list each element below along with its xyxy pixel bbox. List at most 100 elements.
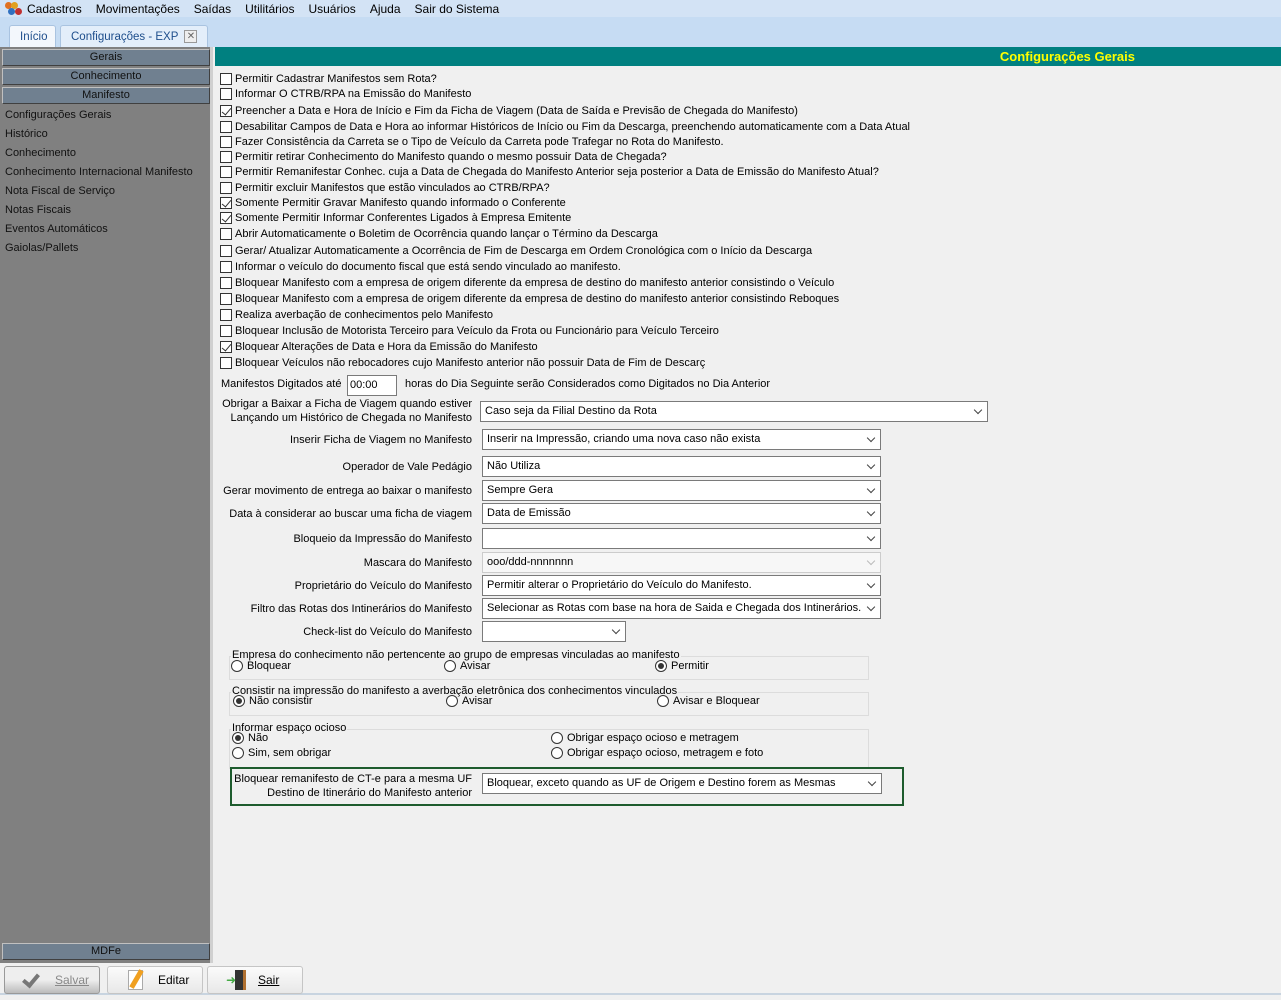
checkbox[interactable] bbox=[220, 121, 232, 133]
checkbox[interactable] bbox=[220, 182, 232, 194]
sidebar-header-manifesto[interactable]: Manifesto bbox=[2, 87, 210, 104]
checkbox-row[interactable]: Informar O CTRB/RPA na Emissão do Manife… bbox=[220, 87, 471, 101]
menu-saidas[interactable]: Saídas bbox=[194, 2, 231, 16]
digitados-time-input[interactable]: 00:00 bbox=[347, 375, 397, 396]
radio-option[interactable]: Não consistir bbox=[233, 695, 313, 707]
sidebar-item[interactable]: Notas Fiscais bbox=[5, 204, 71, 217]
checkbox[interactable] bbox=[220, 166, 232, 178]
dropdown-select[interactable]: Não Utiliza bbox=[482, 456, 881, 477]
checkbox-row[interactable]: Somente Permitir Gravar Manifesto quando… bbox=[220, 196, 566, 210]
sidebar-item[interactable]: Gaiolas/Pallets bbox=[5, 242, 78, 255]
select-label: Bloqueio da Impressão do Manifesto bbox=[293, 533, 472, 545]
radio-button[interactable] bbox=[232, 732, 244, 744]
checkbox-row[interactable]: Realiza averbação de conhecimentos pelo … bbox=[220, 308, 493, 322]
checkbox-row[interactable]: Bloquear Veículos não rebocadores cujo M… bbox=[220, 356, 705, 370]
radio-option[interactable]: Sim, sem obrigar bbox=[232, 747, 331, 759]
radio-button[interactable] bbox=[232, 747, 244, 759]
checkbox-label: Bloquear Manifesto com a empresa de orig… bbox=[235, 293, 840, 305]
radio-button[interactable] bbox=[551, 747, 563, 759]
checkbox-row[interactable]: Bloquear Inclusão de Motorista Terceiro … bbox=[220, 324, 719, 338]
checkbox[interactable] bbox=[220, 341, 232, 353]
checkbox[interactable] bbox=[220, 245, 232, 257]
checkbox[interactable] bbox=[220, 228, 232, 240]
radio-option[interactable]: Obrigar espaço ocioso, metragem e foto bbox=[551, 747, 763, 759]
checkbox[interactable] bbox=[220, 197, 232, 209]
checkbox-row[interactable]: Bloquear Alterações de Data e Hora da Em… bbox=[220, 340, 538, 354]
checkbox[interactable] bbox=[220, 105, 232, 117]
radio-option[interactable]: Obrigar espaço ocioso e metragem bbox=[551, 732, 739, 744]
checkbox[interactable] bbox=[220, 277, 232, 289]
dropdown-select[interactable]: Permitir alterar o Proprietário do Veícu… bbox=[482, 575, 881, 596]
checkbox[interactable] bbox=[220, 309, 232, 321]
sidebar-item[interactable]: Conhecimento bbox=[5, 147, 76, 160]
checkbox-row[interactable]: Informar o veículo do documento fiscal q… bbox=[220, 260, 621, 274]
radio-button[interactable] bbox=[231, 660, 243, 672]
dropdown-select[interactable] bbox=[482, 528, 881, 549]
dropdown-select[interactable]: Data de Emissão bbox=[482, 503, 881, 524]
radio-option[interactable]: Não bbox=[232, 732, 268, 744]
checkbox-row[interactable]: Somente Permitir Informar Conferentes Li… bbox=[220, 211, 571, 225]
checkbox[interactable] bbox=[220, 293, 232, 305]
sidebar-header-conhecimento[interactable]: Conhecimento bbox=[2, 68, 210, 85]
radio-option[interactable]: Avisar bbox=[446, 695, 492, 707]
radio-button[interactable] bbox=[444, 660, 456, 672]
radio-option[interactable]: Permitir bbox=[655, 660, 709, 672]
dropdown-select[interactable]: Sempre Gera bbox=[482, 480, 881, 501]
checkbox[interactable] bbox=[220, 151, 232, 163]
sidebar-header-gerais[interactable]: Gerais bbox=[2, 49, 210, 66]
checkbox[interactable] bbox=[220, 136, 232, 148]
checkbox-row[interactable]: Preencher a Data e Hora de Início e Fim … bbox=[220, 104, 798, 118]
sidebar-header-mdfe[interactable]: MDFe bbox=[2, 943, 210, 960]
checkbox-row[interactable]: Permitir Remanifestar Conhec. cuja a Dat… bbox=[220, 165, 879, 179]
checkbox-row[interactable]: Gerar/ Atualizar Automaticamente a Ocorr… bbox=[220, 244, 812, 258]
dropdown-select[interactable]: Inserir na Impressão, criando uma nova c… bbox=[482, 429, 881, 450]
salvar-button[interactable]: Salvar bbox=[4, 966, 100, 994]
dropdown-select[interactable]: Selecionar as Rotas com base na hora de … bbox=[482, 598, 881, 619]
checkbox[interactable] bbox=[220, 357, 232, 369]
menu-movimentacoes[interactable]: Movimentações bbox=[96, 2, 180, 16]
sair-button[interactable]: ➜ Sair bbox=[207, 966, 303, 994]
menu-sair-do-sistema[interactable]: Sair do Sistema bbox=[415, 2, 500, 16]
checkbox-label: Bloquear Veículos não rebocadores cujo M… bbox=[235, 357, 706, 369]
radio-button[interactable] bbox=[657, 695, 669, 707]
checkbox-row[interactable]: Permitir retirar Conhecimento do Manifes… bbox=[220, 150, 667, 164]
radio-option[interactable]: Avisar bbox=[444, 660, 490, 672]
checkbox[interactable] bbox=[220, 73, 232, 85]
remanifesto-select[interactable]: Bloquear, exceto quando as UF de Origem … bbox=[482, 773, 882, 794]
checkbox[interactable] bbox=[220, 212, 232, 224]
close-tab-icon[interactable]: ✕ bbox=[184, 30, 198, 43]
tab-inicio[interactable]: Início bbox=[9, 25, 56, 47]
tab-configuracoes[interactable]: Configurações - EXP ✕ bbox=[60, 25, 209, 47]
menu-utilitarios[interactable]: Utilitários bbox=[245, 2, 294, 16]
checkbox-row[interactable]: Fazer Consistência da Carreta se o Tipo … bbox=[220, 135, 724, 149]
menu-usuarios[interactable]: Usuários bbox=[308, 2, 355, 16]
radio-button[interactable] bbox=[551, 732, 563, 744]
checkbox-row[interactable]: Abrir Automaticamente o Boletim de Ocorr… bbox=[220, 227, 658, 241]
radio-button[interactable] bbox=[655, 660, 667, 672]
sidebar-item[interactable]: Configurações Gerais bbox=[5, 109, 111, 122]
dropdown-select[interactable]: ooo/ddd-nnnnnnn bbox=[482, 552, 881, 573]
dropdown-select[interactable] bbox=[482, 621, 626, 642]
checkbox[interactable] bbox=[220, 88, 232, 100]
dropdown-select[interactable]: Caso seja da Filial Destino da Rota bbox=[480, 401, 988, 422]
radio-option[interactable]: Bloquear bbox=[231, 660, 291, 672]
checkbox-row[interactable]: Bloquear Manifesto com a empresa de orig… bbox=[220, 276, 834, 290]
checkbox-row[interactable]: Bloquear Manifesto com a empresa de orig… bbox=[220, 292, 839, 306]
checkbox-label: Gerar/ Atualizar Automaticamente a Ocorr… bbox=[235, 245, 813, 257]
sidebar-item[interactable]: Conhecimento Internacional Manifesto bbox=[5, 166, 193, 179]
checkbox-row[interactable]: Permitir excluir Manifestos que estão vi… bbox=[220, 181, 550, 195]
digitados-suffix: horas do Dia Seguinte serão Considerados… bbox=[405, 378, 771, 390]
sidebar-item[interactable]: Nota Fiscal de Serviço bbox=[5, 185, 115, 198]
checkbox-row[interactable]: Permitir Cadastrar Manifestos sem Rota? bbox=[220, 72, 437, 86]
menu-cadastros[interactable]: Cadastros bbox=[27, 2, 82, 16]
sidebar-item[interactable]: Eventos Automáticos bbox=[5, 223, 108, 236]
radio-option[interactable]: Avisar e Bloquear bbox=[657, 695, 760, 707]
checkbox[interactable] bbox=[220, 261, 232, 273]
checkbox-row[interactable]: Desabilitar Campos de Data e Hora ao inf… bbox=[220, 120, 910, 134]
checkbox[interactable] bbox=[220, 325, 232, 337]
sidebar-item[interactable]: Histórico bbox=[5, 128, 48, 141]
radio-button[interactable] bbox=[233, 695, 245, 707]
editar-button[interactable]: Editar bbox=[107, 966, 203, 994]
menu-ajuda[interactable]: Ajuda bbox=[370, 2, 401, 16]
radio-button[interactable] bbox=[446, 695, 458, 707]
